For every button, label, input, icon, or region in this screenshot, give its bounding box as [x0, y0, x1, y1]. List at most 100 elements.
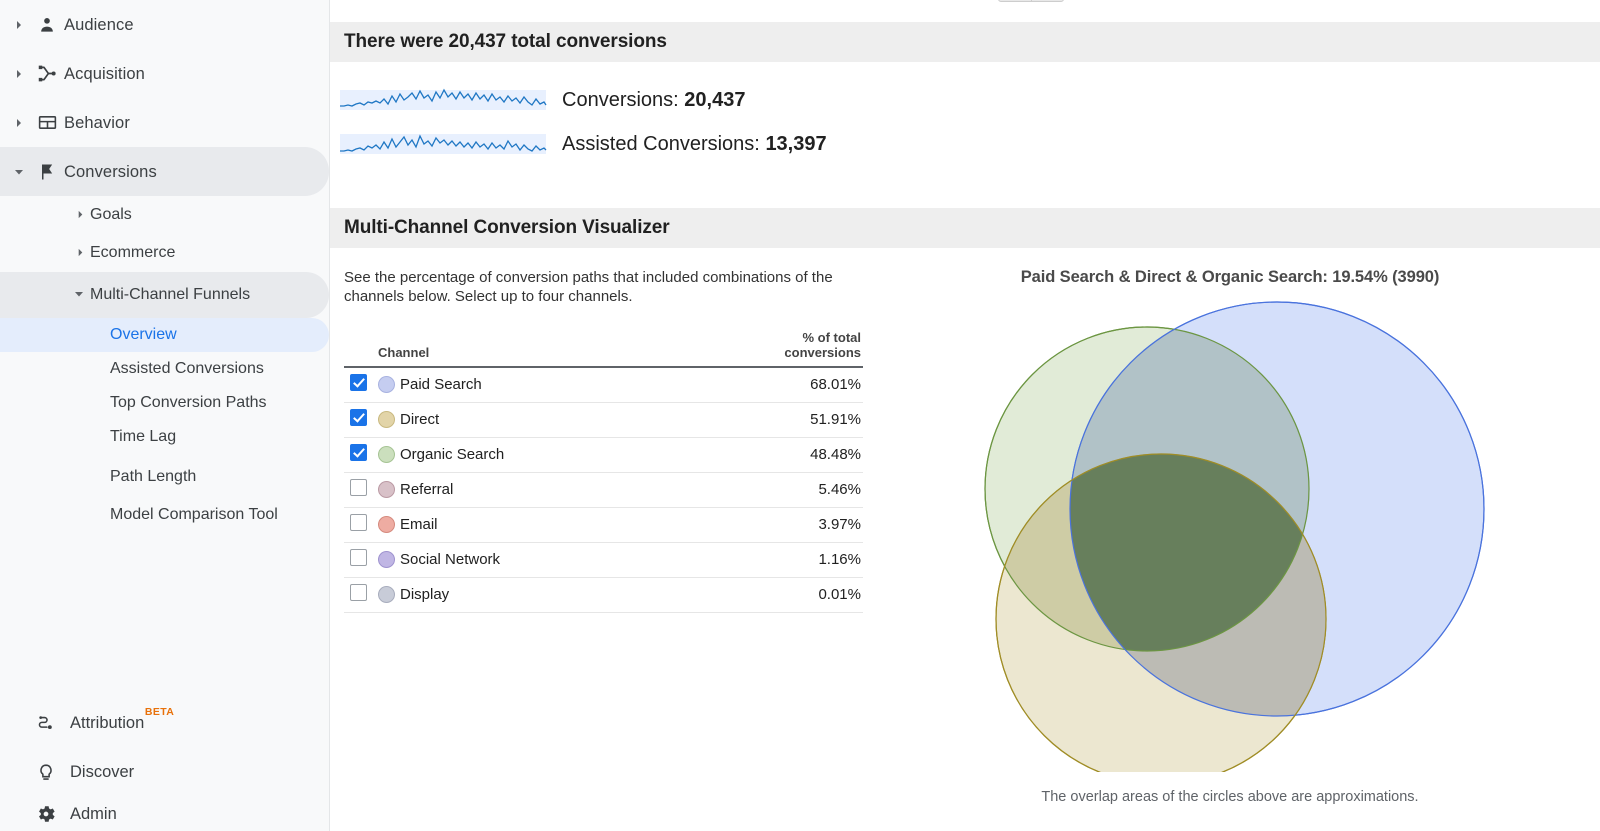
sidebar-item-behavior[interactable]: Behavior — [0, 98, 329, 147]
sidebar-item-discover[interactable]: Discover — [0, 748, 329, 797]
sidebar-bottom-nav: Attribution BETA Discover — [0, 699, 329, 831]
channel-color-dot — [378, 586, 395, 603]
sidebar-item-path-length[interactable]: Path Length — [0, 460, 329, 494]
row-checkbox-cell[interactable] — [344, 367, 378, 402]
channel-table-body: Paid Search 68.01% — [344, 367, 863, 612]
visualizer-description: See the percentage of conversion paths t… — [344, 268, 856, 306]
sidebar-item-multi-channel-funnels[interactable]: Multi-Channel Funnels — [0, 272, 329, 318]
conversions-label: Conversions: — [562, 89, 679, 111]
chevron-right-icon[interactable] — [8, 69, 30, 79]
channel-color-dot — [378, 516, 395, 533]
channel-checkbox-organic-search[interactable] — [350, 444, 367, 461]
visualizer-body: See the percentage of conversion paths t… — [330, 248, 1600, 805]
sidebar-item-assisted-conversions[interactable]: Assisted Conversions — [0, 352, 329, 386]
venn-title: Paid Search & Direct & Organic Search: 1… — [860, 268, 1600, 287]
channel-name-cell: Display — [378, 577, 743, 612]
chevron-right-icon[interactable] — [8, 118, 30, 128]
sidebar-item-label: Behavior — [64, 113, 130, 133]
row-checkbox-cell[interactable] — [344, 472, 378, 507]
analytics-page: Audience Acquisition — [0, 0, 1600, 831]
conversions-summary-header: There were 20,437 total conversions — [330, 22, 1600, 62]
person-icon — [30, 15, 64, 35]
channel-name-cell: Paid Search — [378, 367, 743, 402]
row-checkbox-cell[interactable] — [344, 542, 378, 577]
visualizer-right-panel: Paid Search & Direct & Organic Search: 1… — [860, 248, 1600, 805]
chevron-right-icon[interactable] — [76, 206, 85, 224]
collapse-panel-button[interactable] — [998, 0, 1064, 2]
channel-checkbox-direct[interactable] — [350, 409, 367, 426]
channel-label: Social Network — [400, 551, 500, 568]
checkbox-column-header — [344, 330, 378, 367]
channel-checkbox-social-network[interactable] — [350, 549, 367, 566]
chevron-right-icon[interactable] — [8, 20, 30, 30]
lightbulb-icon — [22, 762, 70, 784]
chevron-down-icon[interactable] — [8, 167, 30, 177]
channel-pct: 68.01% — [743, 367, 863, 402]
table-row[interactable]: Organic Search 48.48% — [344, 437, 863, 472]
table-row[interactable]: Direct 51.91% — [344, 402, 863, 437]
table-header-row: Channel % of total conversions — [344, 330, 863, 367]
venn-note: The overlap areas of the circles above a… — [860, 789, 1600, 805]
channel-checkbox-paid-search[interactable] — [350, 374, 367, 391]
channel-pct: 1.16% — [743, 542, 863, 577]
table-row[interactable]: Display 0.01% — [344, 577, 863, 612]
channel-name-cell: Email — [378, 507, 743, 542]
channel-checkbox-email[interactable] — [350, 514, 367, 531]
channel-color-dot — [378, 446, 395, 463]
conversions-summary-section: There were 20,437 total conversions Conv… — [330, 22, 1600, 166]
row-checkbox-cell[interactable] — [344, 577, 378, 612]
attribution-icon — [22, 713, 70, 735]
main-content: There were 20,437 total conversions Conv… — [330, 0, 1600, 831]
sidebar-item-label: Discover — [70, 763, 134, 782]
sidebar-item-audience[interactable]: Audience — [0, 0, 329, 49]
chevron-down-icon[interactable] — [74, 286, 84, 304]
channel-checkbox-referral[interactable] — [350, 479, 367, 496]
conversions-value: 20,437 — [684, 89, 745, 111]
table-row[interactable]: Social Network 1.16% — [344, 542, 863, 577]
sidebar-item-overview[interactable]: Overview — [0, 318, 329, 352]
behavior-icon — [30, 112, 64, 133]
channel-table-head: Channel % of total conversions — [344, 330, 863, 367]
channel-checkbox-display[interactable] — [350, 584, 367, 601]
channel-color-dot — [378, 551, 395, 568]
channel-name-cell: Social Network — [378, 542, 743, 577]
row-checkbox-cell[interactable] — [344, 507, 378, 542]
sidebar-item-label: Time Lag — [110, 426, 176, 448]
channel-label: Direct — [400, 411, 439, 428]
pct-column-header: % of total conversions — [743, 330, 863, 367]
visualizer-left-panel: See the percentage of conversion paths t… — [330, 248, 860, 613]
table-row[interactable]: Referral 5.46% — [344, 472, 863, 507]
chevron-right-icon[interactable] — [76, 244, 85, 262]
conversions-sparkline — [338, 81, 548, 119]
channel-label: Paid Search — [400, 376, 482, 393]
table-row[interactable]: Email 3.97% — [344, 507, 863, 542]
assisted-conversions-value: 13,397 — [765, 133, 826, 155]
conversions-summary-body: Conversions: 20,437 Assisted Conversions… — [330, 62, 1600, 166]
sidebar-item-top-conversion-paths[interactable]: Top Conversion Paths — [0, 386, 329, 420]
sidebar-item-time-lag[interactable]: Time Lag — [0, 420, 329, 454]
venn-svg — [965, 287, 1495, 772]
channel-name-cell: Organic Search — [378, 437, 743, 472]
summary-row-assisted-conversions: Assisted Conversions: 13,397 — [334, 122, 1600, 166]
row-checkbox-cell[interactable] — [344, 402, 378, 437]
sidebar-item-admin[interactable]: Admin — [0, 797, 329, 831]
channel-name-cell: Direct — [378, 402, 743, 437]
sidebar-item-conversions[interactable]: Conversions — [0, 147, 329, 196]
row-checkbox-cell[interactable] — [344, 437, 378, 472]
sidebar-item-ecommerce[interactable]: Ecommerce — [0, 234, 329, 272]
channel-pct: 5.46% — [743, 472, 863, 507]
venn-diagram — [860, 287, 1600, 787]
sidebar-item-acquisition[interactable]: Acquisition — [0, 49, 329, 98]
sidebar-item-model-comparison-tool[interactable]: Model Comparison Tool — [0, 498, 329, 532]
sidebar-item-label: Assisted Conversions — [110, 358, 264, 380]
channel-color-dot — [378, 481, 395, 498]
sidebar-item-attribution[interactable]: Attribution BETA — [0, 699, 329, 748]
sidebar-item-goals[interactable]: Goals — [0, 196, 329, 234]
channel-color-dot — [378, 376, 395, 393]
sidebar-item-label: Ecommerce — [72, 243, 175, 263]
channel-label: Referral — [400, 481, 453, 498]
table-row[interactable]: Paid Search 68.01% — [344, 367, 863, 402]
gear-icon — [22, 803, 70, 825]
channel-column-header: Channel — [378, 330, 743, 367]
sidebar-item-label: Overview — [110, 324, 177, 346]
